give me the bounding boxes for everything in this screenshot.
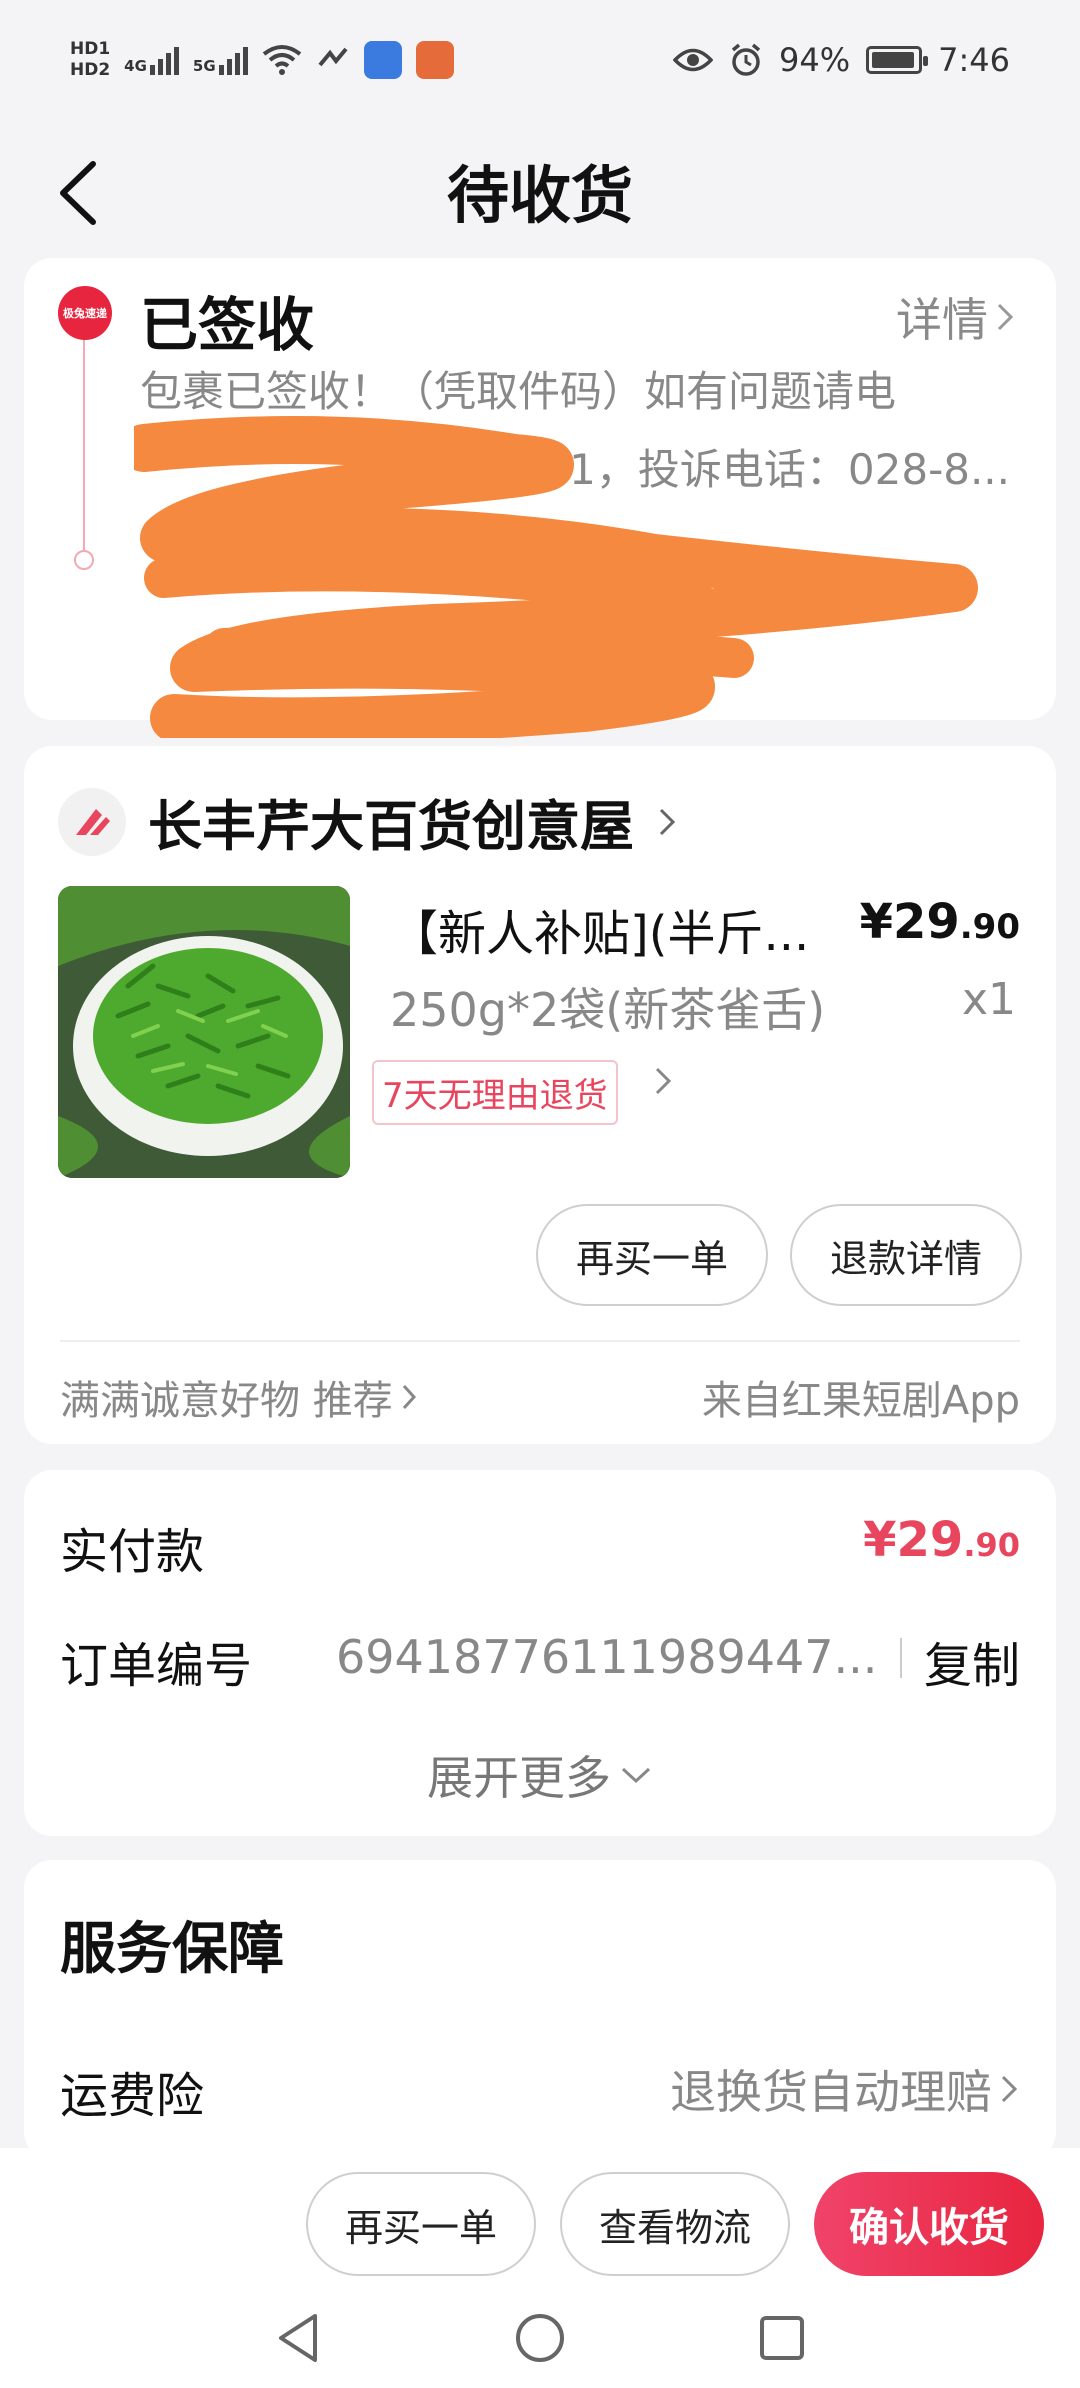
eye-icon — [673, 48, 714, 72]
chevron-right-icon — [997, 303, 1014, 331]
detail-label: 详情 — [896, 293, 988, 347]
divider — [60, 1340, 1020, 1342]
app-notification-icon — [363, 41, 402, 79]
price-main: ¥29 — [859, 894, 960, 950]
battery-icon — [866, 46, 929, 74]
hd1-label: HD1 — [70, 39, 111, 59]
copy-button[interactable]: 复制 — [924, 1626, 1020, 1696]
net2-label: 5G — [192, 57, 216, 75]
buy-again-button[interactable]: 再买一单 — [536, 1204, 768, 1306]
refund-detail-button[interactable]: 退款详情 — [790, 1204, 1022, 1306]
shipment-detail-link[interactable]: 详情 — [896, 284, 1016, 350]
chevron-right-icon — [402, 1384, 416, 1410]
confirm-receipt-button[interactable]: 确认收货 — [814, 2172, 1044, 2276]
store-name: 长丰芹大百货创意屋 — [148, 795, 634, 858]
payment-card: 实付款 ¥29.90 订单编号 6941877611198944​7... 复制… — [24, 1470, 1056, 1836]
wifi-icon — [262, 45, 301, 75]
chevron-right-icon — [1001, 2075, 1018, 2103]
order-number: 6941877611198944​7... — [336, 1630, 876, 1684]
redaction-scribble — [134, 416, 978, 738]
service-card: 服务保障 运费险 退换货自动理赔 — [24, 1860, 1056, 2160]
hd-indicator: HD1 HD2 — [70, 39, 110, 81]
page-title: 待收货 — [446, 159, 633, 232]
hd2-label: HD2 — [70, 60, 111, 80]
clock: 7:46 — [938, 41, 1010, 79]
battery-percent: 94% — [779, 41, 851, 79]
shipment-card[interactable]: 极兔速递 已签收 详情 包裹已签收！（凭取件码）如有问题请电 2461，投诉电话… — [24, 258, 1056, 738]
return-policy-tag[interactable]: 7天无理由退货 — [372, 1060, 618, 1125]
recommend-label: 满满诚意好物 推荐 — [60, 1378, 393, 1424]
paid-label: 实付款 — [60, 1524, 205, 1580]
product-spec: 250g*2袋(新茶雀舌) — [390, 983, 826, 1037]
nav-home-icon[interactable] — [513, 2311, 567, 2365]
shipping-insurance-link[interactable]: 退换货自动理赔 — [670, 2056, 1020, 2122]
store-header[interactable]: 长丰芹大百货创意屋 — [58, 782, 678, 861]
product-price: ¥29.90 — [860, 894, 1020, 950]
nav-recents-icon[interactable] — [757, 2313, 807, 2363]
expand-more-button[interactable]: 展开更多 — [24, 1742, 1056, 1808]
bottom-buy-again-button[interactable]: 再买一单 — [306, 2172, 536, 2276]
hotspot-icon — [318, 47, 348, 67]
nav-bar: 待收货 — [0, 120, 1080, 260]
store-card: 长丰芹大百货创意屋 【新人补贴](半斤... ¥29.90 250g*2袋(新茶… — [24, 746, 1056, 1444]
shipping-insurance-label: 运费险 — [60, 2068, 205, 2124]
chevron-right-icon — [659, 808, 676, 835]
system-nav-bar — [0, 2288, 1080, 2388]
signal-5g-icon: 5G — [193, 45, 248, 75]
order-no-label: 订单编号 — [60, 1638, 253, 1694]
service-title: 服务保障 — [60, 1917, 284, 1982]
expand-label: 展开更多 — [427, 1751, 611, 1805]
nav-back-icon[interactable] — [273, 2310, 323, 2366]
divider — [900, 1638, 902, 1678]
view-logistics-button[interactable]: 查看物流 — [560, 2172, 790, 2276]
product-image[interactable] — [58, 886, 350, 1178]
alarm-icon — [731, 43, 761, 76]
paid-main: ¥29 — [863, 1512, 964, 1568]
chevron-right-icon[interactable] — [652, 1064, 674, 1098]
order-source: 来自红果短剧App — [701, 1378, 1020, 1424]
timeline-line — [83, 340, 85, 550]
status-bar: HD1 HD2 4G 5G 94% 7:46 — [0, 0, 1080, 120]
product-title[interactable]: 【新人补贴](半斤... — [390, 894, 809, 964]
back-button[interactable] — [55, 158, 115, 228]
store-logo-icon — [58, 787, 126, 856]
paid-decimal: .90 — [963, 1526, 1020, 1564]
price-decimal: .90 — [959, 907, 1020, 947]
paid-amount: ¥29.90 — [863, 1512, 1020, 1568]
chevron-down-icon — [621, 1767, 651, 1784]
carrier-logo: 极兔速递 — [58, 286, 112, 340]
shipment-status: 已签收 — [140, 291, 315, 359]
timeline-dot — [74, 550, 94, 570]
chevron-left-icon — [60, 161, 96, 225]
shipping-insurance-value: 退换货自动理赔 — [670, 2065, 992, 2119]
signal-4g-icon: 4G — [124, 45, 179, 75]
net1-label: 4G — [124, 57, 147, 75]
app-notification-icon — [415, 41, 454, 79]
recommend-link[interactable]: 满满诚意好物 推荐 — [60, 1368, 419, 1426]
product-qty: x1 — [961, 974, 1016, 1025]
